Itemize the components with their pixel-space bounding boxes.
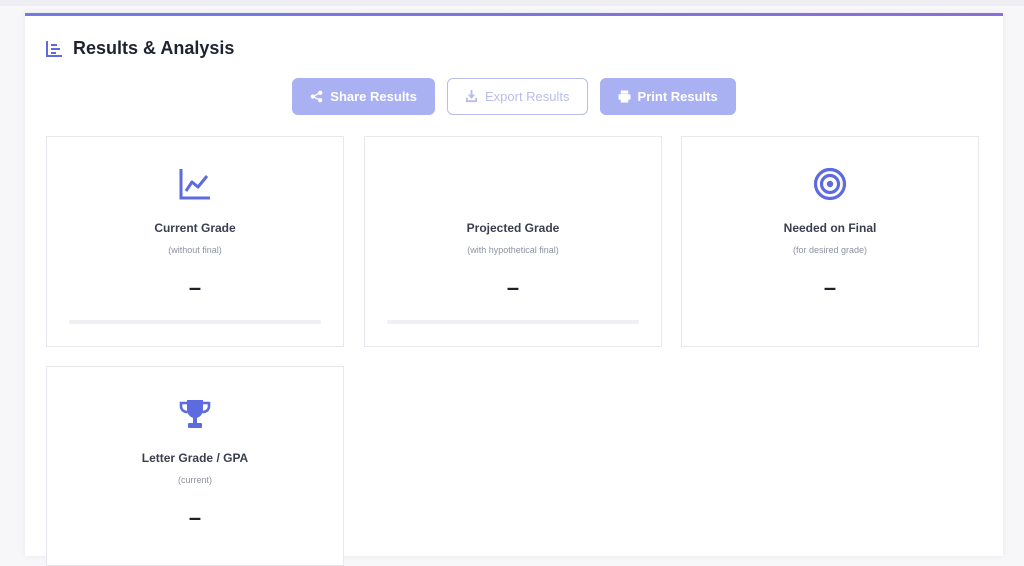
share-icon [310,90,323,103]
card-value: – [188,505,202,530]
top-strip [0,0,1024,6]
card-title: Projected Grade [466,221,560,235]
card-title: Letter Grade / GPA [141,451,249,465]
card-subtitle: (without final) [168,245,222,255]
export-results-label: Export Results [484,89,570,104]
trophy-icon [179,400,211,428]
share-results-button[interactable]: Share Results [292,78,435,115]
card-title: Current Grade [154,221,236,235]
chart-list-icon [46,40,62,57]
card-current-grade: Current Grade (without final) – [46,136,344,347]
share-results-label: Share Results [330,89,417,104]
print-results-button[interactable]: Print Results [599,78,736,115]
progress-bar [387,320,639,324]
card-value: – [823,275,837,300]
card-title: Needed on Final [783,221,877,235]
card-subtitle: (with hypothetical final) [467,245,559,255]
action-bar: Share Results Export Results Print Resul… [25,78,1003,115]
card-value: – [188,275,202,300]
card-subtitle: (for desired grade) [792,245,868,255]
download-icon [465,90,478,103]
card-projected-grade: Projected Grade (with hypothetical final… [364,136,662,347]
panel-title: Results & Analysis [73,38,235,58]
target-icon [813,167,847,201]
panel-header: Results & Analysis [45,38,234,59]
export-results-button[interactable]: Export Results [446,78,588,115]
card-letter-grade-gpa: Letter Grade / GPA (current) – [46,366,344,566]
card-value: – [506,275,520,300]
results-panel: Results & Analysis Share Results Export … [25,13,1003,566]
card-subtitle: (current) [177,475,212,485]
line-chart-icon [179,169,210,200]
card-needed-on-final: Needed on Final (for desired grade) – [681,136,979,347]
progress-bar [69,320,321,324]
print-results-label: Print Results [637,89,718,104]
printer-icon [617,90,631,103]
